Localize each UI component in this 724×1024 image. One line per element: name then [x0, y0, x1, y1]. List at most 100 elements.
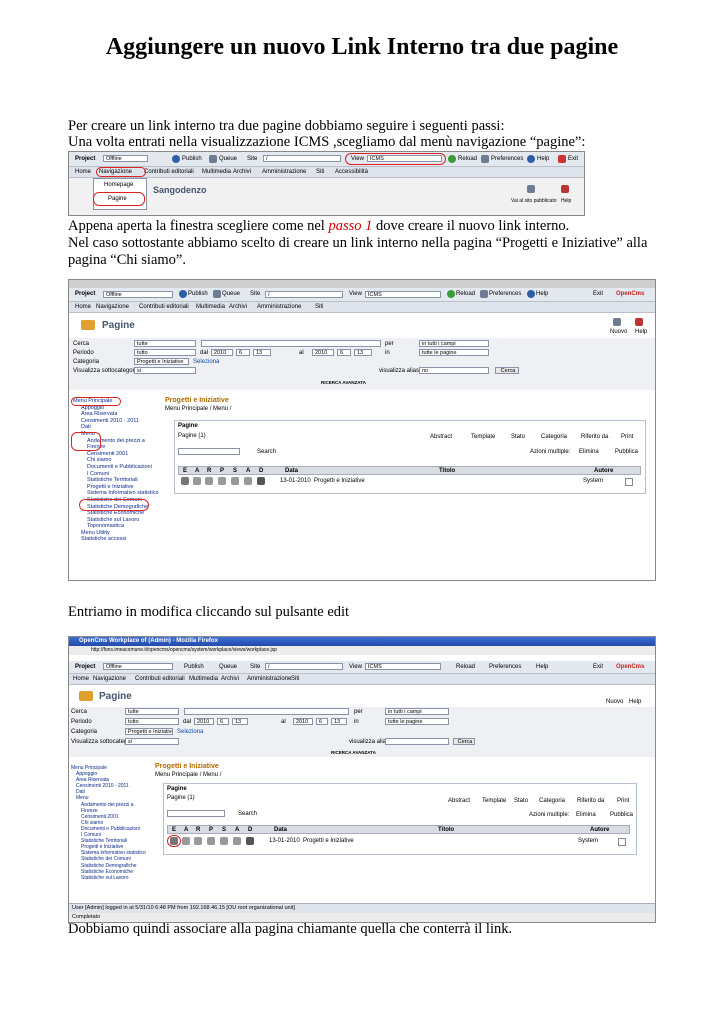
- menu-home[interactable]: Home: [75, 169, 91, 175]
- tree-item[interactable]: Chi siamo: [73, 457, 159, 464]
- template-button[interactable]: Template: [471, 434, 495, 440]
- reload-button[interactable]: Reload: [456, 291, 475, 297]
- site-select[interactable]: /: [263, 155, 341, 162]
- tree-item[interactable]: Statistiche Economiche: [73, 510, 159, 517]
- abstract-icon[interactable]: [182, 837, 190, 845]
- abstract-button[interactable]: Abstract: [430, 434, 452, 440]
- tree-item[interactable]: Censimenti 2010 - 2011: [73, 418, 159, 425]
- al-year[interactable]: 2010: [312, 349, 334, 356]
- published-site-link[interactable]: Vai al sito pubblicato: [511, 198, 557, 204]
- abstract-icon[interactable]: [193, 477, 201, 485]
- nuovo-button[interactable]: Nuovo: [610, 329, 627, 335]
- help-large-button[interactable]: Help: [635, 329, 647, 335]
- publish-row-icon[interactable]: [218, 477, 226, 485]
- queue-button[interactable]: Queue: [222, 291, 240, 297]
- tree-item[interactable]: Statistiche sul Lavoro: [73, 517, 159, 524]
- edit-icon[interactable]: [181, 477, 189, 485]
- per-select[interactable]: in tutti i campi: [419, 340, 489, 347]
- exit-button[interactable]: Exit: [593, 291, 603, 297]
- dal-day[interactable]: 13: [253, 349, 271, 356]
- menu-siti[interactable]: Siti: [315, 304, 323, 310]
- ricerca-avanzata-link[interactable]: RICERCA AVANZATA: [331, 750, 376, 755]
- tree-item[interactable]: Censimenti 2001: [73, 451, 159, 458]
- tree-item[interactable]: Statistiche Demografiche: [71, 863, 146, 869]
- related-icon[interactable]: [205, 477, 213, 485]
- stato-button[interactable]: Stato: [514, 798, 528, 804]
- reload-button[interactable]: Reload: [456, 664, 475, 670]
- cerca-text-input[interactable]: [201, 340, 381, 347]
- alias-select[interactable]: [385, 738, 449, 745]
- preferences-button[interactable]: Preferences: [489, 664, 521, 670]
- template-button[interactable]: Template: [482, 798, 506, 804]
- elimina-button[interactable]: Elimina: [579, 449, 599, 455]
- menu-amministrazione[interactable]: Amministrazione: [247, 676, 291, 682]
- in-select[interactable]: tutte le pagine: [419, 349, 489, 356]
- print-button[interactable]: Print: [621, 434, 633, 440]
- help-button[interactable]: Help: [536, 291, 548, 297]
- menu-multimedia[interactable]: Multimedia: [189, 676, 218, 682]
- menu-navigazione[interactable]: Navigazione: [93, 676, 126, 682]
- help-button[interactable]: Help: [536, 664, 548, 670]
- per-select[interactable]: in tutti i campi: [385, 708, 449, 715]
- menu-archivi[interactable]: Archivi: [233, 169, 251, 175]
- col-autore[interactable]: Autore: [590, 827, 609, 833]
- row-checkbox[interactable]: [625, 478, 633, 486]
- row-title[interactable]: Progetti e Iniziative: [303, 838, 354, 844]
- cerca-select[interactable]: tutte: [134, 340, 196, 347]
- tree-item[interactable]: Menu Utility: [73, 530, 159, 537]
- delete-icon[interactable]: [257, 477, 265, 485]
- dal-year[interactable]: 2010: [194, 718, 214, 725]
- stato-button[interactable]: Stato: [511, 434, 525, 440]
- project-select[interactable]: Offline: [103, 663, 173, 670]
- delete-icon[interactable]: [246, 837, 254, 845]
- menu-accessibilita[interactable]: Accessibilità: [335, 169, 368, 175]
- periodo-select[interactable]: tutto: [134, 349, 196, 356]
- panel-search-input[interactable]: [167, 810, 225, 817]
- search-button[interactable]: Search: [238, 811, 257, 817]
- menu-home[interactable]: Home: [75, 304, 91, 310]
- pubblica-button[interactable]: Pubblica: [610, 812, 633, 818]
- col-titolo[interactable]: Titolo: [438, 827, 454, 833]
- menu-multimedia[interactable]: Multimedia: [196, 304, 225, 310]
- al-day[interactable]: 13: [331, 718, 347, 725]
- exit-button[interactable]: Exit: [568, 156, 578, 162]
- dal-day[interactable]: 13: [232, 718, 248, 725]
- menu-archivi[interactable]: Archivi: [221, 676, 239, 682]
- project-select[interactable]: Offline: [103, 291, 173, 298]
- menu-amministrazione[interactable]: Amministrazione: [262, 169, 306, 175]
- alias-select[interactable]: no: [419, 367, 489, 374]
- panel-search-input[interactable]: [178, 448, 240, 455]
- menu-contributi[interactable]: Contributi editoriali: [139, 304, 189, 310]
- preview-icon[interactable]: [244, 477, 252, 485]
- menu-archivi[interactable]: Archivi: [229, 304, 247, 310]
- row-title[interactable]: Progetti e Iniziative: [314, 478, 365, 484]
- view-select[interactable]: ICMS: [365, 663, 441, 670]
- print-button[interactable]: Print: [617, 798, 629, 804]
- site-select[interactable]: /: [265, 663, 343, 670]
- cerca-text-input[interactable]: [184, 708, 349, 715]
- al-month[interactable]: 6: [316, 718, 328, 725]
- tree-item[interactable]: Sistema Informativo statistico: [73, 490, 159, 497]
- preferences-button[interactable]: Preferences: [491, 156, 523, 162]
- menu-home[interactable]: Home: [73, 676, 89, 682]
- al-year[interactable]: 2010: [293, 718, 313, 725]
- col-data[interactable]: Data: [285, 468, 298, 474]
- dal-month[interactable]: 6: [236, 349, 250, 356]
- tree-item[interactable]: Statistiche accessi: [73, 536, 159, 543]
- ricerca-avanzata-link[interactable]: RICERCA AVANZATA: [321, 380, 366, 385]
- help-large-link[interactable]: Help: [561, 198, 571, 204]
- cerca-button[interactable]: Cerca: [495, 367, 519, 374]
- categoria-button[interactable]: Categoria: [539, 798, 565, 804]
- preview-icon[interactable]: [233, 837, 241, 845]
- publish-button[interactable]: Publish: [182, 156, 202, 162]
- publish-button[interactable]: Publish: [184, 664, 204, 670]
- dropdown-homepage[interactable]: Homepage: [104, 182, 133, 188]
- search-button[interactable]: Search: [257, 449, 276, 455]
- menu-contributi[interactable]: Contributi editoriali: [135, 676, 185, 682]
- status-icon[interactable]: [231, 477, 239, 485]
- seleziona-link[interactable]: Seleziona: [177, 729, 203, 735]
- site-select[interactable]: /: [265, 291, 343, 298]
- visualizza-select[interactable]: si: [125, 738, 179, 745]
- project-select[interactable]: Offline: [103, 155, 148, 162]
- status-icon[interactable]: [220, 837, 228, 845]
